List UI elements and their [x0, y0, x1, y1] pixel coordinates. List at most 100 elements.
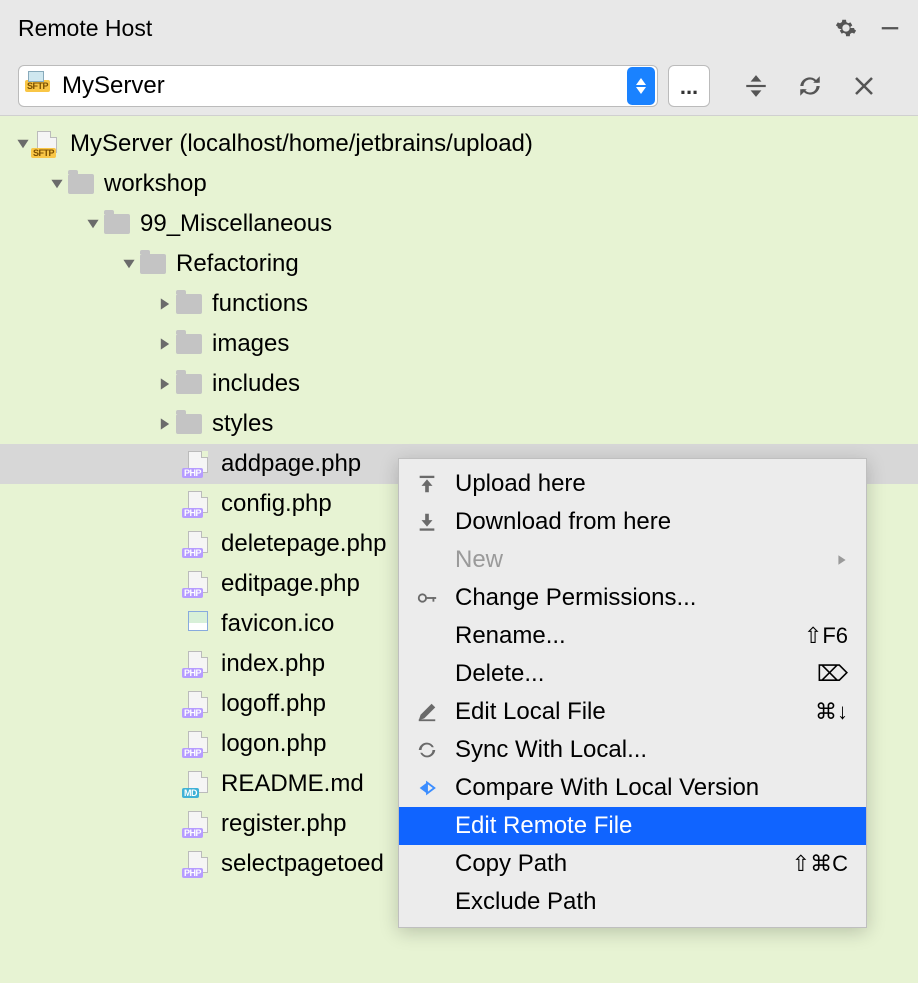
menu-new: New: [399, 541, 866, 579]
menu-compare-with-local[interactable]: Compare With Local Version: [399, 769, 866, 807]
gear-icon[interactable]: [834, 16, 858, 40]
menu-label: Edit Remote File: [455, 812, 632, 840]
menu-download-from-here[interactable]: Download from here: [399, 503, 866, 541]
chevron-down-icon[interactable]: [118, 253, 140, 275]
menu-label: New: [455, 546, 503, 574]
menu-label: Compare With Local Version: [455, 774, 759, 802]
tree-label: functions: [212, 290, 308, 318]
tree-root[interactable]: SFTP MyServer (localhost/home/jetbrains/…: [0, 124, 918, 164]
menu-rename[interactable]: Rename... ⇧F6: [399, 617, 866, 655]
menu-edit-local-file[interactable]: Edit Local File ⌘↓: [399, 693, 866, 731]
tree-label: README.md: [221, 770, 364, 798]
menu-label: Rename...: [455, 622, 566, 650]
tree-folder[interactable]: includes: [0, 364, 918, 404]
shortcut: ⌦: [817, 661, 848, 687]
chevron-down-icon[interactable]: [82, 213, 104, 235]
minimize-icon[interactable]: [878, 16, 902, 40]
sftp-icon: SFTP: [25, 80, 50, 92]
menu-upload-here[interactable]: Upload here: [399, 465, 866, 503]
md-file-icon: MD: [185, 771, 211, 797]
php-file-icon: PHP: [185, 651, 211, 677]
folder-icon: [176, 294, 202, 314]
tree-label: deletepage.php: [221, 530, 387, 558]
menu-edit-remote-file[interactable]: Edit Remote File: [399, 807, 866, 845]
tree-label: Refactoring: [176, 250, 299, 278]
menu-label: Edit Local File: [455, 698, 606, 726]
menu-label: Exclude Path: [455, 888, 596, 916]
php-file-icon: PHP: [185, 451, 211, 477]
tree-label: addpage.php: [221, 450, 361, 478]
tree-label: selectpagetoed: [221, 850, 384, 878]
shortcut: ⌘↓: [815, 699, 848, 725]
panel-header: Remote Host: [0, 0, 918, 56]
shortcut: ⇧⌘C: [792, 851, 848, 877]
key-icon: [413, 587, 441, 609]
menu-exclude-path[interactable]: Exclude Path: [399, 883, 866, 921]
tree-label: images: [212, 330, 289, 358]
tree-label: editpage.php: [221, 570, 360, 598]
sync-icon: [413, 739, 441, 761]
compare-icon: [413, 777, 441, 799]
menu-label: Change Permissions...: [455, 584, 696, 612]
image-file-icon: [185, 611, 211, 637]
chevron-right-icon[interactable]: [154, 373, 176, 395]
tree-folder-workshop[interactable]: workshop: [0, 164, 918, 204]
collapse-icon[interactable]: [742, 72, 770, 100]
tree-label: workshop: [104, 170, 207, 198]
php-file-icon: PHP: [185, 851, 211, 877]
tree-folder[interactable]: images: [0, 324, 918, 364]
menu-label: Delete...: [455, 660, 544, 688]
dropdown-arrows-icon[interactable]: [627, 67, 655, 105]
php-file-icon: PHP: [185, 691, 211, 717]
folder-icon: [176, 334, 202, 354]
upload-icon: [413, 473, 441, 495]
chevron-right-icon[interactable]: [154, 293, 176, 315]
tree-folder-refactoring[interactable]: Refactoring: [0, 244, 918, 284]
tree-label: styles: [212, 410, 273, 438]
php-file-icon: PHP: [185, 531, 211, 557]
chevron-right-icon[interactable]: [154, 413, 176, 435]
tree-label: favicon.ico: [221, 610, 334, 638]
more-button[interactable]: ...: [668, 65, 710, 107]
php-file-icon: PHP: [185, 571, 211, 597]
sftp-icon: SFTP: [34, 131, 60, 157]
tree-folder[interactable]: functions: [0, 284, 918, 324]
tree-folder-misc[interactable]: 99_Miscellaneous: [0, 204, 918, 244]
tree-folder[interactable]: styles: [0, 404, 918, 444]
panel-title: Remote Host: [18, 15, 834, 42]
refresh-icon[interactable]: [796, 72, 824, 100]
menu-change-permissions[interactable]: Change Permissions...: [399, 579, 866, 617]
tree-label: 99_Miscellaneous: [140, 210, 332, 238]
toolbar: SFTP MyServer ...: [0, 56, 918, 116]
submenu-arrow-icon: [836, 546, 848, 574]
php-file-icon: PHP: [185, 491, 211, 517]
shortcut: ⇧F6: [804, 623, 848, 649]
folder-icon: [176, 414, 202, 434]
folder-icon: [104, 214, 130, 234]
chevron-right-icon[interactable]: [154, 333, 176, 355]
download-icon: [413, 511, 441, 533]
menu-delete[interactable]: Delete... ⌦: [399, 655, 866, 693]
server-name: MyServer: [62, 72, 165, 100]
php-file-icon: PHP: [185, 811, 211, 837]
folder-icon: [140, 254, 166, 274]
tree-label: includes: [212, 370, 300, 398]
menu-label: Copy Path: [455, 850, 567, 878]
menu-label: Upload here: [455, 470, 586, 498]
php-file-icon: PHP: [185, 731, 211, 757]
tree-label: config.php: [221, 490, 332, 518]
edit-icon: [413, 701, 441, 723]
close-icon[interactable]: [850, 72, 878, 100]
tree-label: register.php: [221, 810, 346, 838]
server-dropdown[interactable]: SFTP MyServer: [18, 65, 658, 107]
tree-label: index.php: [221, 650, 325, 678]
tree-label: logoff.php: [221, 690, 326, 718]
tree-label: logon.php: [221, 730, 326, 758]
chevron-down-icon[interactable]: [46, 173, 68, 195]
menu-label: Sync With Local...: [455, 736, 647, 764]
menu-copy-path[interactable]: Copy Path ⇧⌘C: [399, 845, 866, 883]
menu-label: Download from here: [455, 508, 671, 536]
folder-icon: [68, 174, 94, 194]
menu-sync-with-local[interactable]: Sync With Local...: [399, 731, 866, 769]
tree-label: MyServer (localhost/home/jetbrains/uploa…: [70, 130, 533, 158]
